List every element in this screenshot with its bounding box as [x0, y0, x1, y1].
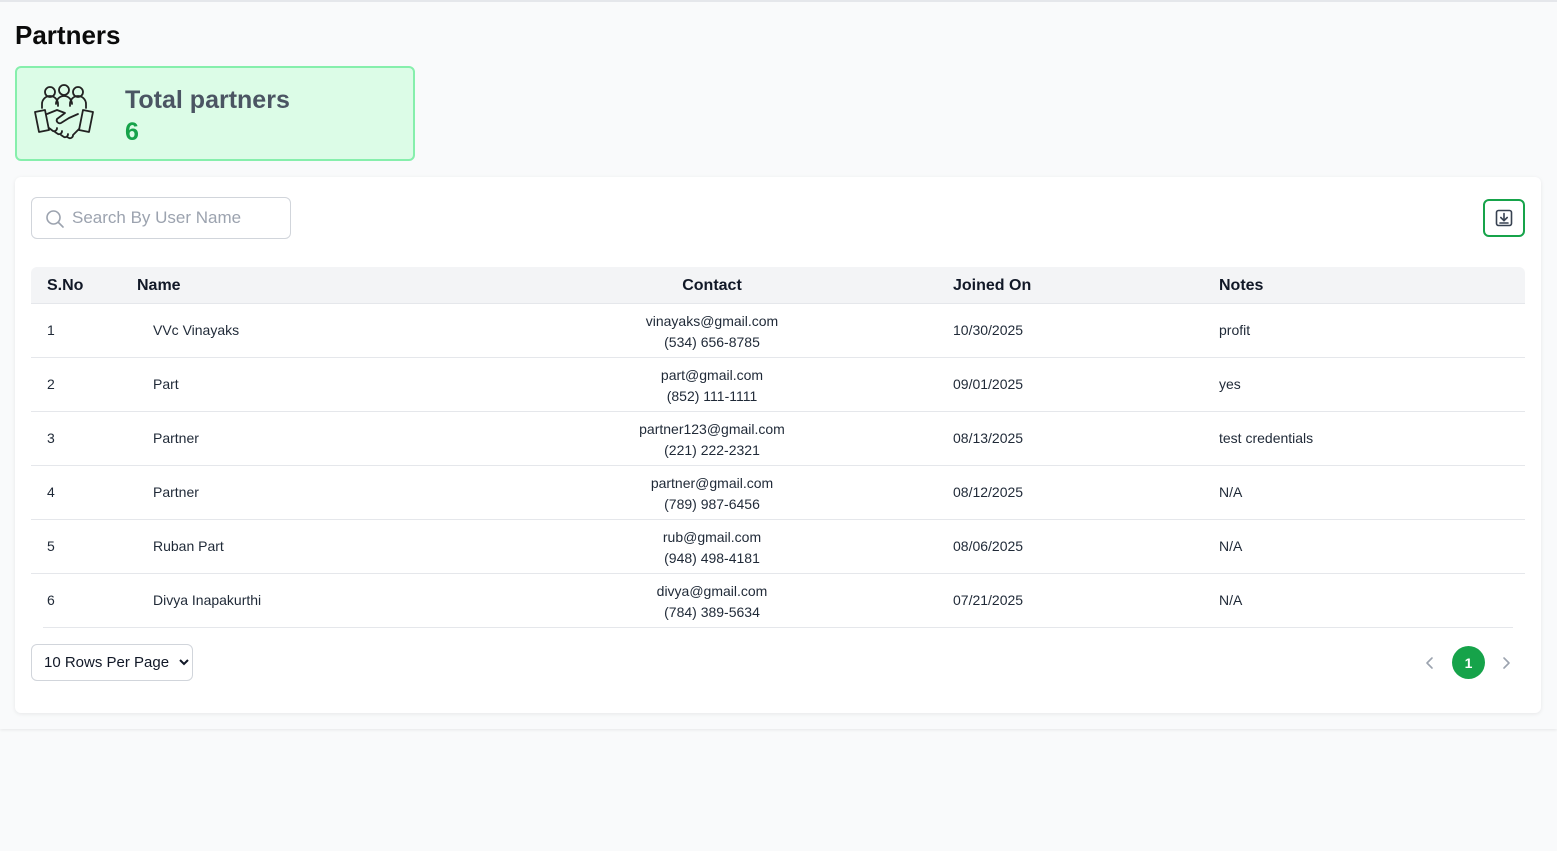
partners-table: S.No Name Contact Joined On Notes 1 VVc …: [31, 267, 1525, 628]
header-notes[interactable]: Notes: [1219, 277, 1263, 295]
cell-sno: 1: [47, 322, 55, 338]
cell-email: partner123@gmail.com: [639, 421, 785, 437]
cell-phone: (534) 656-8785: [664, 334, 760, 350]
total-partners-count: 6: [125, 118, 139, 146]
partners-page: Partners Total partners 6 Search By User…: [0, 0, 1557, 729]
table-row[interactable]: 2 Part part@gmail.com (852) 111-1111 09/…: [31, 358, 1525, 412]
header-joined-on[interactable]: Joined On: [953, 277, 1031, 295]
table-row[interactable]: 3 Partner partner123@gmail.com (221) 222…: [31, 412, 1525, 466]
table-row[interactable]: 5 Ruban Part rub@gmail.com (948) 498-418…: [31, 520, 1525, 574]
prev-page-button[interactable]: [1419, 646, 1441, 679]
top-divider: [0, 0, 1557, 2]
cell-sno: 4: [47, 484, 55, 500]
chevron-left-icon: [1426, 656, 1433, 669]
cell-phone: (852) 111-1111: [666, 388, 758, 404]
cell-sno: 2: [47, 376, 55, 392]
cell-notes: profit: [1219, 322, 1251, 338]
cell-phone: (948) 498-4181: [664, 550, 760, 566]
cell-notes: N/A: [1219, 484, 1243, 500]
cell-sno: 3: [47, 430, 55, 446]
download-icon: [1495, 209, 1513, 227]
search-icon: [46, 210, 64, 228]
total-partners-card: Total partners 6: [15, 66, 415, 161]
cell-joined-on: 08/06/2025: [953, 538, 1024, 554]
cell-email: divya@gmail.com: [656, 583, 768, 599]
cell-name: VVc Vinayaks: [153, 322, 240, 338]
total-partners-label: Total partners: [125, 86, 290, 114]
search-box[interactable]: [31, 197, 291, 239]
next-page-button[interactable]: [1495, 646, 1517, 679]
partners-panel: S.No Name Contact Joined On Notes 1 VVc …: [15, 177, 1541, 713]
table-row[interactable]: 1 VVc Vinayaks vinayaks@gmail.com (534) …: [31, 304, 1525, 358]
cell-email: part@gmail.com: [660, 367, 764, 383]
cell-email: partner@gmail.com: [650, 475, 774, 491]
cell-email: rub@gmail.com: [662, 529, 762, 545]
search-input[interactable]: [72, 198, 282, 238]
rows-per-page-select[interactable]: 10 Rows Per Page: [31, 644, 193, 681]
cell-name: Partner: [153, 484, 199, 500]
cell-notes: N/A: [1219, 538, 1243, 554]
cell-joined-on: 08/12/2025: [953, 484, 1024, 500]
header-sno[interactable]: S.No: [47, 277, 83, 295]
cell-contact: part@gmail.com (852) 111-1111: [512, 365, 912, 407]
cell-name: Partner: [153, 430, 199, 446]
cell-name: Ruban Part: [153, 538, 224, 554]
cell-contact: vinayaks@gmail.com (534) 656-8785: [512, 311, 912, 353]
cell-notes: N/A: [1219, 592, 1243, 608]
table-row[interactable]: 6 Divya Inapakurthi divya@gmail.com (784…: [43, 574, 1513, 628]
cell-contact: rub@gmail.com (948) 498-4181: [512, 527, 912, 569]
header-name[interactable]: Name: [137, 277, 181, 295]
cell-name: Part: [153, 376, 179, 392]
cell-phone: (784) 389-5634: [664, 604, 760, 620]
cell-sno: 5: [47, 538, 55, 554]
cell-joined-on: 09/01/2025: [953, 376, 1024, 392]
page-button-1[interactable]: 1: [1452, 646, 1485, 679]
table-header: S.No Name Contact Joined On Notes: [31, 267, 1525, 304]
page-title: Partners: [15, 20, 121, 50]
chevron-right-icon: [1503, 656, 1510, 669]
cell-joined-on: 10/30/2025: [953, 322, 1024, 338]
cell-sno: 6: [47, 592, 55, 608]
cell-contact: partner123@gmail.com (221) 222-2321: [512, 419, 912, 461]
header-contact[interactable]: Contact: [512, 277, 912, 295]
cell-email: vinayaks@gmail.com: [645, 313, 779, 329]
table-row[interactable]: 4 Partner partner@gmail.com (789) 987-64…: [31, 466, 1525, 520]
cell-joined-on: 07/21/2025: [953, 592, 1024, 608]
cell-name: Divya Inapakurthi: [153, 592, 262, 608]
cell-notes: yes: [1219, 376, 1241, 392]
cell-phone: (221) 222-2321: [664, 442, 760, 458]
cell-phone: (789) 987-6456: [664, 496, 760, 512]
cell-joined-on: 08/13/2025: [953, 430, 1024, 446]
cell-notes: test credentials: [1219, 430, 1314, 446]
cell-contact: partner@gmail.com (789) 987-6456: [512, 473, 912, 515]
partners-handshake-icon: [34, 84, 94, 140]
cell-contact: divya@gmail.com (784) 389-5634: [512, 581, 912, 623]
download-button[interactable]: [1483, 199, 1525, 237]
